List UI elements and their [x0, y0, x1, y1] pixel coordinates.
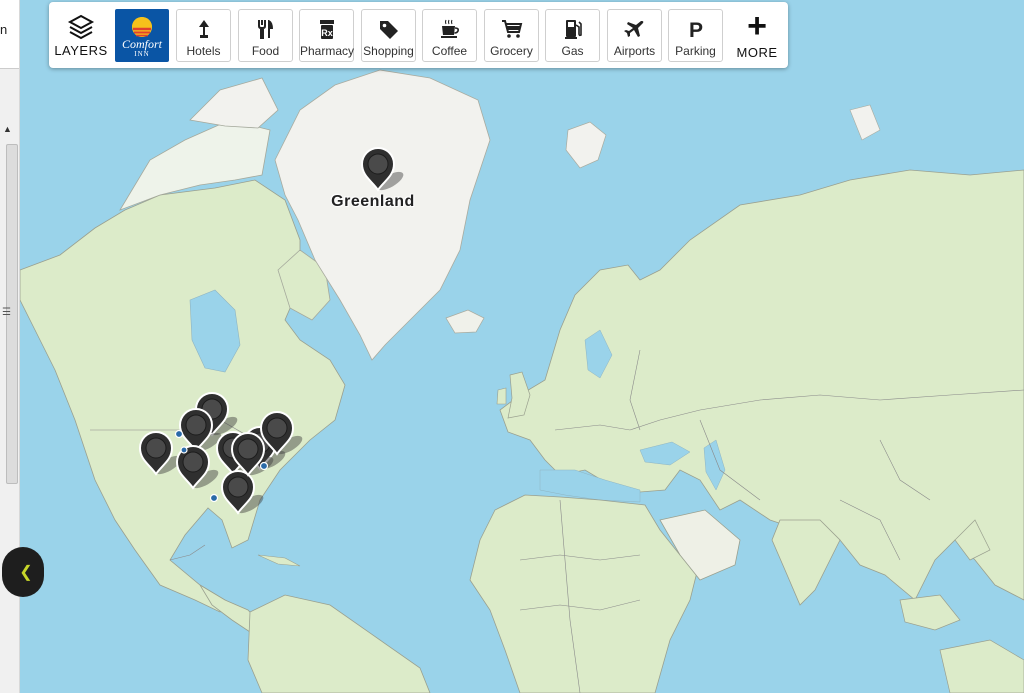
category-label: Airports [613, 44, 656, 58]
location-dot [259, 461, 269, 471]
place-label-greenland: Greenland [331, 193, 415, 210]
category-label: Gas [561, 44, 584, 58]
tag-icon [379, 21, 398, 39]
comfort-inn-logo-icon [132, 17, 152, 37]
airplane-icon [623, 21, 643, 37]
category-parking-button[interactable]: P Parking [668, 9, 723, 62]
category-toolbar: LAYERS Comfort INN Hotels Food Rx Pharma… [49, 2, 788, 68]
category-label: Grocery [490, 44, 533, 58]
category-airports-button[interactable]: Airports [607, 9, 662, 62]
pharmacy-icon: Rx [319, 20, 334, 39]
more-label: MORE [736, 45, 778, 60]
fork-knife-icon [257, 20, 273, 39]
category-pharmacy-button[interactable]: Rx Pharmacy [299, 9, 354, 62]
brand-comfort-inn-button[interactable]: Comfort INN [115, 9, 169, 62]
side-panel-header: n [0, 0, 19, 69]
category-shopping-button[interactable]: Shopping [361, 9, 416, 62]
category-label: Coffee [431, 44, 468, 58]
cart-icon [501, 20, 522, 38]
layers-icon [67, 14, 95, 40]
category-grocery-button[interactable]: Grocery [484, 9, 539, 62]
fuel-pump-icon [564, 20, 582, 39]
category-gas-button[interactable]: Gas [545, 9, 600, 62]
world-map[interactable] [0, 0, 1024, 693]
category-coffee-button[interactable]: Coffee [422, 9, 477, 62]
coffee-cup-icon [440, 19, 459, 38]
scroll-up-arrow-icon[interactable]: ▲ [3, 124, 12, 134]
chevron-left-icon: ❮ [19, 564, 33, 581]
category-label: Pharmacy [300, 44, 355, 58]
category-hotels-button[interactable]: Hotels [176, 9, 231, 62]
location-dot [180, 446, 188, 454]
category-label: Shopping [363, 44, 414, 58]
side-panel-partial-text: n [0, 22, 8, 37]
location-dot [209, 493, 219, 503]
svg-text:P: P [688, 19, 702, 40]
layers-label: LAYERS [54, 43, 108, 58]
collapse-panel-button[interactable]: ❮ [2, 547, 44, 597]
plus-icon: + [747, 7, 767, 45]
resize-grip-icon[interactable]: ☰ [2, 308, 11, 318]
category-label: Food [251, 44, 280, 58]
layers-button[interactable]: LAYERS [53, 12, 109, 60]
brand-subname: INN [134, 50, 150, 58]
lamp-icon [198, 20, 209, 38]
location-dot [174, 429, 184, 439]
category-food-button[interactable]: Food [238, 9, 293, 62]
category-label: Parking [675, 44, 716, 58]
svg-text:Rx: Rx [321, 28, 333, 38]
category-label: Hotels [186, 44, 221, 58]
parking-p-icon: P [688, 19, 702, 40]
more-button[interactable]: + MORE [732, 7, 782, 62]
